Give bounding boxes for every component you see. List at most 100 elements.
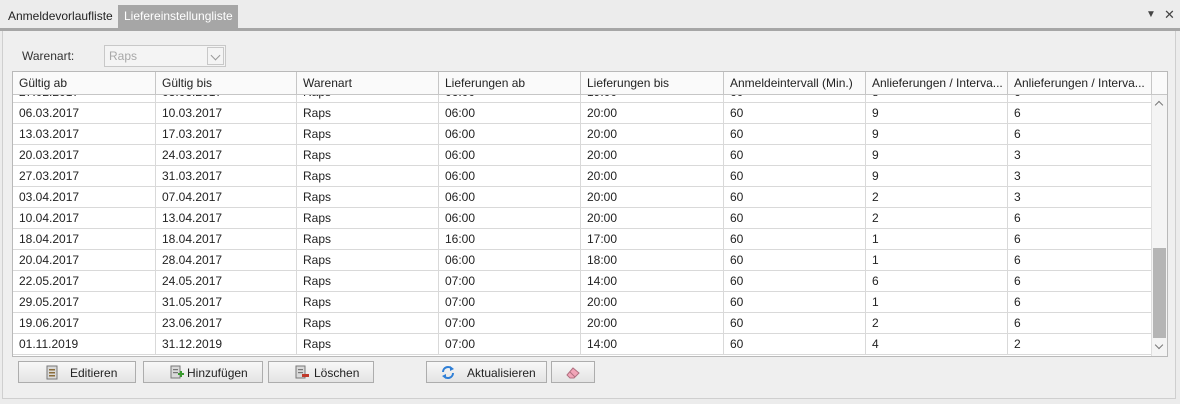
grid-header-corner bbox=[1151, 72, 1167, 95]
cell-gueltig-bis: 31.12.2019 bbox=[156, 334, 297, 355]
cell-gueltig-bis: 23.06.2017 bbox=[156, 313, 297, 334]
scrollbar-thumb[interactable] bbox=[1153, 248, 1166, 338]
cell-anmeldeintervall: 60 bbox=[724, 313, 866, 334]
cell-gueltig-ab: 22.05.2017 bbox=[13, 271, 156, 292]
cell-anlieferungen-1: 1 bbox=[866, 229, 1008, 250]
cell-lieferungen-ab: 07:00 bbox=[439, 334, 581, 355]
warenart-label: Warenart: bbox=[22, 49, 75, 63]
grid-vertical-scrollbar[interactable] bbox=[1151, 95, 1167, 356]
cell-anlieferungen-2: 6 bbox=[1014, 106, 1021, 120]
edit-button[interactable]: Editieren bbox=[18, 361, 136, 383]
table-row[interactable]: 27.03.2017 31.03.2017 Raps 06:00 20:00 60 9 3 bbox=[13, 166, 1151, 187]
cell-lieferungen-bis: 14:00 bbox=[581, 271, 724, 292]
cell-lieferungen-bis: 18:00 bbox=[581, 250, 724, 271]
cell-anlieferungen-1: 9 bbox=[866, 166, 1008, 187]
cell-gueltig-bis: 17.03.2017 bbox=[156, 124, 297, 145]
cell-anlieferungen-1: 9 bbox=[866, 103, 1008, 124]
cell-warenart: Raps bbox=[297, 271, 439, 292]
table-row[interactable]: 10.04.2017 13.04.2017 Raps 06:00 20:00 60 2 6 bbox=[13, 208, 1151, 229]
cell-gueltig-bis: 24.03.2017 bbox=[156, 145, 297, 166]
cell-gueltig-ab: 18.04.2017 bbox=[13, 229, 156, 250]
cell-gueltig-ab: 06.03.2017 bbox=[13, 103, 156, 124]
tab-strip: Anmeldevorlaufliste Liefereinstellunglis… bbox=[0, 0, 1180, 28]
clear-filter-button[interactable] bbox=[551, 361, 595, 383]
table-row[interactable]: 06.03.2017 10.03.2017 Raps 06:00 20:00 60 9 6 bbox=[13, 103, 1151, 124]
column-header-anlieferungen-2[interactable]: Anlieferungen / Interva... bbox=[1008, 72, 1151, 94]
add-list-icon bbox=[170, 365, 184, 379]
column-header-lieferungen-bis[interactable]: Lieferungen bis bbox=[581, 72, 724, 94]
warenart-select[interactable]: Raps bbox=[104, 45, 226, 67]
cell-gueltig-ab: 27.03.2017 bbox=[13, 166, 156, 187]
cell-gueltig-ab: 27.02.2017 bbox=[13, 95, 156, 103]
panel-menu-button[interactable]: ▼ bbox=[1146, 8, 1156, 22]
cell-lieferungen-bis: 20:00 bbox=[581, 103, 724, 124]
table-row[interactable]: 19.06.2017 23.06.2017 Raps 07:00 20:00 60 2 6 bbox=[13, 313, 1151, 334]
cell-anmeldeintervall: 60 bbox=[724, 271, 866, 292]
cell-anmeldeintervall: 60 bbox=[724, 103, 866, 124]
cell-lieferungen-ab: 06:00 bbox=[439, 250, 581, 271]
cell-warenart: Raps bbox=[297, 124, 439, 145]
cell-warenart: Raps bbox=[297, 334, 439, 355]
cell-anlieferungen-1: 2 bbox=[866, 208, 1008, 229]
cell-gueltig-bis: 24.05.2017 bbox=[156, 271, 297, 292]
column-header-gueltig-bis[interactable]: Gültig bis bbox=[156, 72, 297, 94]
cell-warenart: Raps bbox=[297, 166, 439, 187]
delete-button-label: Löschen bbox=[314, 366, 360, 380]
cell-warenart: Raps bbox=[297, 313, 439, 334]
cell-anlieferungen-2: 6 bbox=[1008, 95, 1151, 103]
table-row[interactable]: 20.04.2017 28.04.2017 Raps 06:00 18:00 60 1 6 bbox=[13, 250, 1151, 271]
column-header-gueltig-ab[interactable]: Gültig ab bbox=[13, 72, 156, 94]
add-button-label: Hinzufügen bbox=[187, 366, 248, 380]
cell-anlieferungen-1: 4 bbox=[866, 334, 1008, 355]
refresh-button-label: Aktualisieren bbox=[467, 366, 536, 380]
tab-anmeldevorlaufliste[interactable]: Anmeldevorlaufliste bbox=[2, 5, 118, 28]
cell-gueltig-bis: 31.03.2017 bbox=[156, 166, 297, 187]
cell-lieferungen-ab: 16:00 bbox=[439, 229, 581, 250]
cell-lieferungen-ab: 06:00 bbox=[439, 103, 581, 124]
table-row[interactable]: 03.04.2017 07.04.2017 Raps 06:00 20:00 60 2 3 bbox=[13, 187, 1151, 208]
column-header-anlieferungen-1[interactable]: Anlieferungen / Interva... bbox=[866, 72, 1008, 94]
cell-warenart: Raps bbox=[297, 95, 439, 103]
table-row[interactable]: 20.03.2017 24.03.2017 Raps 06:00 20:00 60 9 3 bbox=[13, 145, 1151, 166]
cell-warenart: Raps bbox=[297, 103, 439, 124]
cell-anlieferungen-2: 3 bbox=[1014, 190, 1021, 204]
cell-lieferungen-ab: 06:00 bbox=[439, 124, 581, 145]
cell-lieferungen-ab: 06:00 bbox=[439, 145, 581, 166]
cell-anlieferungen-1: 8 bbox=[866, 95, 1008, 103]
table-row[interactable]: 22.05.2017 24.05.2017 Raps 07:00 14:00 60 6 6 bbox=[13, 271, 1151, 292]
refresh-button[interactable]: Aktualisieren bbox=[426, 361, 547, 383]
column-header-anmeldeintervall[interactable]: Anmeldeintervall (Min.) bbox=[724, 72, 866, 94]
panel-close-button[interactable]: ✕ bbox=[1164, 8, 1175, 22]
cell-gueltig-bis: 18.04.2017 bbox=[156, 229, 297, 250]
cell-lieferungen-ab: 07:00 bbox=[439, 271, 581, 292]
column-header-warenart[interactable]: Warenart bbox=[297, 72, 439, 94]
edit-button-label: Editieren bbox=[70, 366, 118, 380]
table-row[interactable]: 29.05.2017 31.05.2017 Raps 07:00 20:00 60 1 6 bbox=[13, 292, 1151, 313]
table-row[interactable]: 27.02.201703.03.2017Raps06:0019:006086 bbox=[13, 95, 1151, 103]
table-row[interactable]: 01.11.2019 31.12.2019 Raps 07:00 14:00 60 4 2 bbox=[13, 334, 1151, 355]
tab-liefereinstellungliste[interactable]: Liefereinstellungliste bbox=[118, 5, 238, 28]
cell-anlieferungen-2: 6 bbox=[1014, 274, 1021, 288]
scroll-up-icon[interactable] bbox=[1152, 97, 1167, 111]
cell-anlieferungen-1: 9 bbox=[866, 145, 1008, 166]
cell-anmeldeintervall: 60 bbox=[724, 124, 866, 145]
cell-anlieferungen-1: 2 bbox=[866, 187, 1008, 208]
add-button[interactable]: Hinzufügen bbox=[143, 361, 263, 383]
cell-gueltig-bis: 31.05.2017 bbox=[156, 292, 297, 313]
table-row[interactable]: 18.04.2017 18.04.2017 Raps 16:00 17:00 60 1 6 bbox=[13, 229, 1151, 250]
column-header-lieferungen-ab[interactable]: Lieferungen ab bbox=[439, 72, 581, 94]
cell-anmeldeintervall: 60 bbox=[724, 292, 866, 313]
eraser-icon bbox=[566, 367, 580, 379]
cell-warenart: Raps bbox=[297, 145, 439, 166]
delete-button[interactable]: Löschen bbox=[268, 361, 374, 383]
cell-lieferungen-bis: 20:00 bbox=[581, 124, 724, 145]
cell-gueltig-ab: 20.04.2017 bbox=[13, 250, 156, 271]
chevron-down-icon[interactable] bbox=[207, 47, 224, 65]
scroll-down-icon[interactable] bbox=[1152, 340, 1167, 354]
cell-lieferungen-ab: 06:00 bbox=[439, 208, 581, 229]
table-row[interactable]: 13.03.2017 17.03.2017 Raps 06:00 20:00 60 9 6 bbox=[13, 124, 1151, 145]
cell-anlieferungen-1: 1 bbox=[866, 292, 1008, 313]
cell-anmeldeintervall: 60 bbox=[724, 166, 866, 187]
grid-body: 27.02.201703.03.2017Raps06:0019:00608606… bbox=[13, 95, 1151, 356]
cell-lieferungen-bis: 20:00 bbox=[581, 292, 724, 313]
